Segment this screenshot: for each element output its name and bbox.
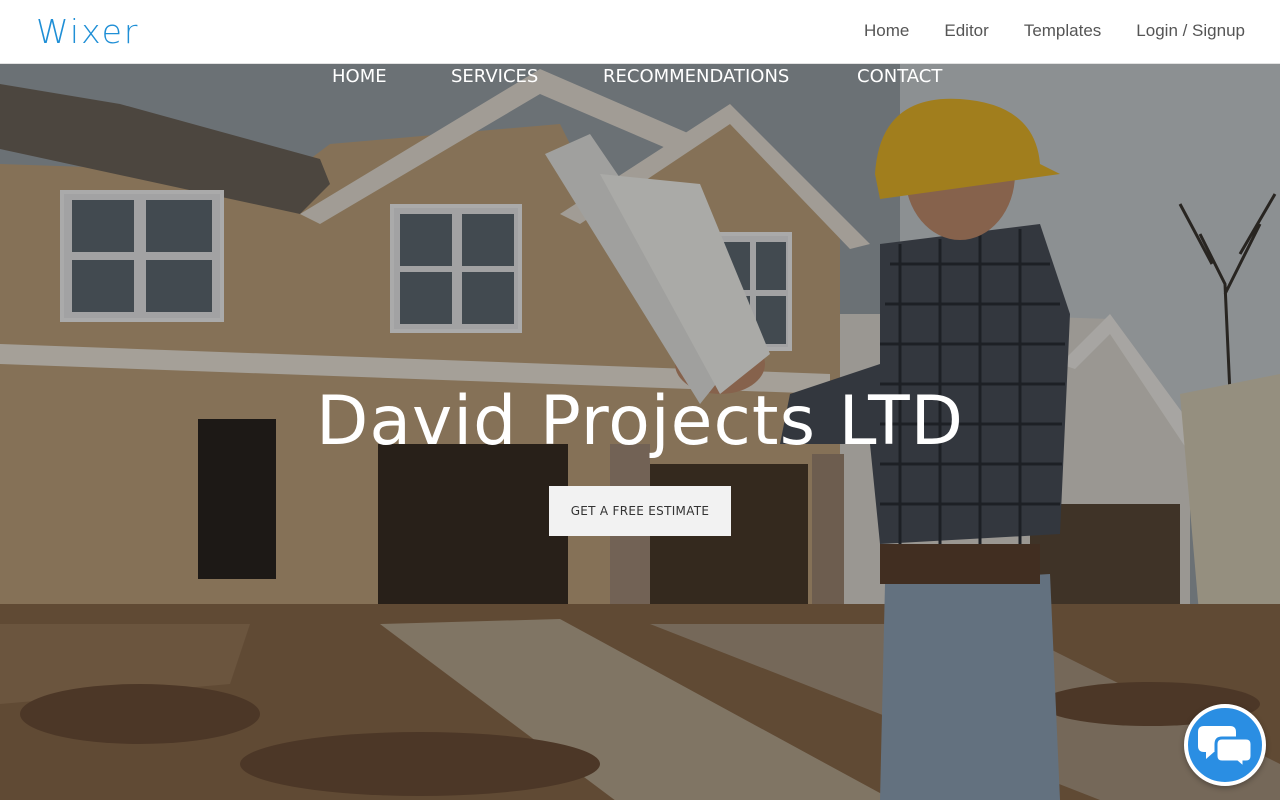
top-nav: Home Editor Templates Login / Signup: [864, 21, 1245, 41]
get-free-estimate-button[interactable]: GET A FREE ESTIMATE: [549, 486, 731, 536]
top-nav-login-signup[interactable]: Login / Signup: [1136, 21, 1245, 41]
top-nav-templates[interactable]: Templates: [1024, 21, 1101, 41]
wixer-logo[interactable]: Wixer: [36, 12, 139, 51]
chat-button[interactable]: [1184, 704, 1266, 786]
site-nav-recommendations[interactable]: RECOMMENDATIONS: [603, 66, 789, 87]
site-nav-home[interactable]: HOME: [332, 66, 387, 87]
top-nav-home[interactable]: Home: [864, 21, 909, 41]
top-bar: Wixer Home Editor Templates Login / Sign…: [0, 0, 1280, 64]
top-nav-editor[interactable]: Editor: [944, 21, 988, 41]
site-nav-services[interactable]: SERVICES: [451, 66, 538, 87]
hero-headline: David Projects LTD: [315, 382, 965, 461]
site-nav-contact[interactable]: CONTACT: [857, 66, 942, 87]
chat-bubbles-icon: [1198, 726, 1252, 768]
hero-section: HOME SERVICES RECOMMENDATIONS CONTACT Da…: [0, 64, 1280, 800]
